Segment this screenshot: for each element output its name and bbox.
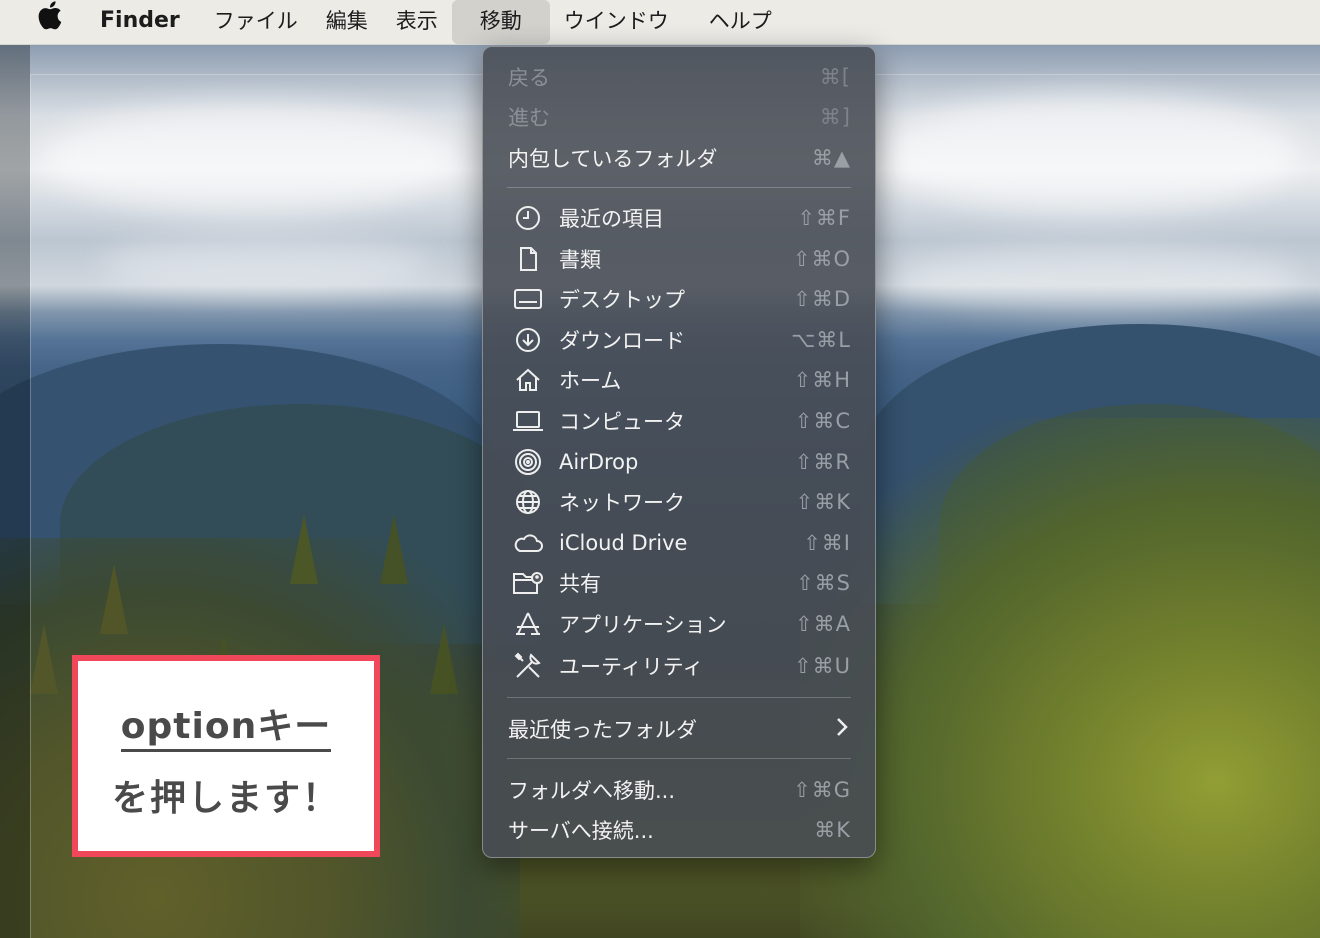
- instruction-callout: optionキー を押します！: [72, 655, 380, 857]
- menu-item-home[interactable]: ホーム ⇧⌘H: [483, 360, 875, 400]
- shared-folder-icon: [512, 567, 544, 599]
- menu-item-shortcut: ⌥⌘L: [791, 328, 851, 352]
- menu-item-shortcut: ⇧⌘R: [794, 450, 851, 474]
- menu-item-label: 共有: [559, 572, 601, 596]
- menu-item-shortcut: ⇧⌘O: [792, 247, 851, 271]
- home-icon: [512, 364, 544, 396]
- menu-item-shortcut: ⌘K: [814, 818, 851, 842]
- menu-item-utilities[interactable]: ユーティリティ ⇧⌘U: [483, 646, 875, 686]
- go-menu-dropdown: 戻る ⌘[ 進む ⌘] 内包しているフォルダ ⌘▲ 最近の項目 ⇧⌘F 書類 ⇧…: [482, 46, 876, 858]
- menu-item-shortcut: ⌘▲: [811, 146, 851, 170]
- menu-item-label: フォルダへ移動...: [508, 779, 676, 803]
- menu-item-label: コンピュータ: [559, 410, 685, 434]
- menu-item-label: 書類: [559, 248, 601, 272]
- menu-item-shortcut: ⇧⌘K: [795, 490, 851, 514]
- menu-file[interactable]: ファイル: [200, 0, 312, 44]
- menu-edit[interactable]: 編集: [312, 0, 382, 44]
- menu-item-label: デスクトップ: [559, 288, 685, 312]
- menu-item-label: 最近使ったフォルダ: [508, 718, 697, 742]
- chevron-right-icon: [835, 715, 849, 743]
- menu-item-icloud-drive[interactable]: iCloud Drive ⇧⌘I: [483, 523, 875, 563]
- menu-item-label: 戻る: [508, 66, 550, 90]
- menu-separator: [507, 758, 851, 759]
- menu-bar: Finder ファイル 編集 表示 移動 ウインドウ ヘルプ: [0, 0, 1320, 45]
- apple-menu[interactable]: [0, 0, 84, 44]
- menu-item-documents[interactable]: 書類 ⇧⌘O: [483, 239, 875, 279]
- menu-item-shared[interactable]: 共有 ⇧⌘S: [483, 563, 875, 603]
- menu-item-recent-folders[interactable]: 最近使ったフォルダ: [483, 709, 875, 749]
- menu-view[interactable]: 表示: [382, 0, 452, 44]
- menu-item-shortcut: ⇧⌘H: [793, 368, 851, 392]
- menu-item-desktop[interactable]: デスクトップ ⇧⌘D: [483, 279, 875, 319]
- menu-finder[interactable]: Finder: [84, 0, 200, 44]
- menu-item-label: 進む: [508, 106, 550, 130]
- menu-item-computer[interactable]: コンピュータ ⇧⌘C: [483, 401, 875, 441]
- utilities-icon: [512, 650, 544, 682]
- menu-item-shortcut: ⇧⌘U: [794, 654, 851, 678]
- menu-item-label: 内包しているフォルダ: [508, 147, 718, 171]
- menu-item-shortcut: ⇧⌘S: [796, 571, 851, 595]
- menu-window[interactable]: ウインドウ: [550, 0, 683, 44]
- menu-item-back[interactable]: 戻る ⌘[: [483, 57, 875, 97]
- menu-item-label: サーバへ接続...: [508, 819, 654, 843]
- menu-item-enclosing-folder[interactable]: 内包しているフォルダ ⌘▲: [483, 138, 875, 178]
- menu-item-shortcut: ⇧⌘D: [793, 287, 851, 311]
- menu-item-label: iCloud Drive: [559, 531, 688, 555]
- menu-item-label: ユーティリティ: [559, 655, 704, 679]
- menu-item-label: AirDrop: [559, 450, 639, 474]
- menu-item-label: ホーム: [559, 369, 622, 393]
- desktop-icon: [512, 283, 544, 315]
- callout-line2: を押します！: [111, 778, 340, 819]
- menu-separator: [507, 187, 851, 188]
- airdrop-icon: [512, 446, 544, 478]
- menu-item-connect-to-server[interactable]: サーバへ接続... ⌘K: [483, 810, 875, 850]
- menu-go[interactable]: 移動: [451, 0, 550, 44]
- laptop-icon: [512, 405, 544, 437]
- menu-item-applications[interactable]: アプリケーション ⇧⌘A: [483, 604, 875, 644]
- applications-icon: [512, 608, 544, 640]
- menu-item-shortcut: ⌘[: [819, 65, 851, 89]
- apple-logo-icon: [36, 0, 62, 44]
- menu-item-shortcut: ⌘]: [819, 105, 851, 129]
- menu-separator: [507, 697, 851, 698]
- menu-item-network[interactable]: ネットワーク ⇧⌘K: [483, 482, 875, 522]
- clock-icon: [512, 202, 544, 234]
- globe-icon: [512, 486, 544, 518]
- menu-item-shortcut: ⇧⌘F: [797, 206, 851, 230]
- menu-item-downloads[interactable]: ダウンロード ⌥⌘L: [483, 320, 875, 360]
- menu-item-forward[interactable]: 進む ⌘]: [483, 97, 875, 137]
- menu-item-shortcut: ⇧⌘C: [794, 409, 851, 433]
- menu-item-label: 最近の項目: [559, 207, 664, 231]
- menu-item-shortcut: ⇧⌘G: [793, 778, 851, 802]
- document-icon: [512, 243, 544, 275]
- menu-item-recents[interactable]: 最近の項目 ⇧⌘F: [483, 198, 875, 238]
- menu-item-airdrop[interactable]: AirDrop ⇧⌘R: [483, 442, 875, 482]
- menu-help[interactable]: ヘルプ: [683, 0, 786, 44]
- callout-line1: optionキー: [120, 706, 332, 752]
- menu-item-go-to-folder[interactable]: フォルダへ移動... ⇧⌘G: [483, 770, 875, 810]
- menu-item-label: ダウンロード: [559, 329, 685, 353]
- menu-item-shortcut: ⇧⌘I: [803, 531, 851, 555]
- menu-item-shortcut: ⇧⌘A: [795, 612, 851, 636]
- cloud-icon: [512, 527, 544, 559]
- menu-item-label: アプリケーション: [559, 613, 727, 637]
- download-icon: [512, 324, 544, 356]
- menu-item-label: ネットワーク: [559, 491, 685, 515]
